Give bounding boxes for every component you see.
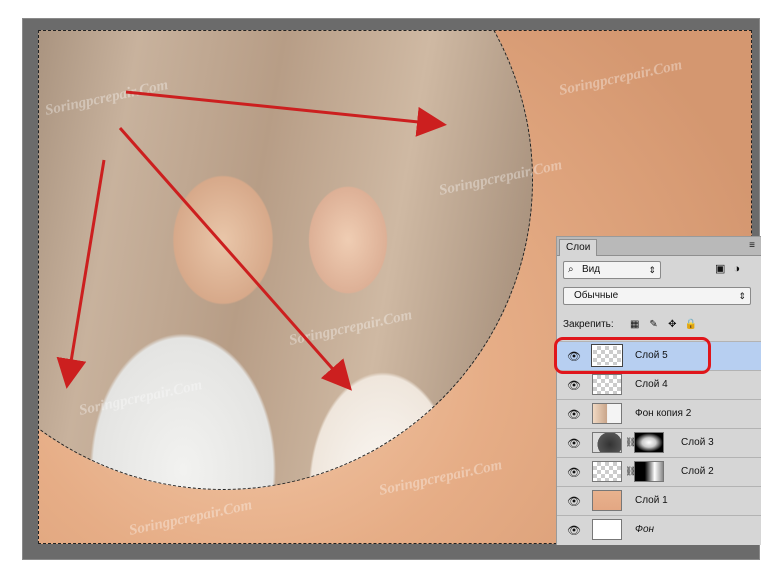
panel-menu-icon[interactable]: ≡ <box>749 240 755 251</box>
adjustment-filter-icon[interactable]: ◑ <box>733 263 740 275</box>
filter-kind-label: Вид <box>582 264 601 275</box>
arrow-down <box>56 159 106 389</box>
layer-row-sloi3[interactable]: 👁 ⛓ Слой 3 <box>557 428 761 457</box>
layer-name: Слой 3 <box>681 437 714 448</box>
updown-icon: ⇕ <box>648 265 656 275</box>
layer-thumbnail <box>592 519 622 540</box>
arrow-right <box>125 90 447 137</box>
layer-row-sloi1[interactable]: 👁 Слой 1 <box>557 486 761 515</box>
layer-mask-thumbnail[interactable] <box>634 461 664 482</box>
layer-mask-thumbnail[interactable] <box>634 432 664 453</box>
layers-panel: Слои ≡ ⌕ Вид ⇕ ▣ ◑ Обычные ⇕ Закрепить: ▦… <box>556 236 761 545</box>
lock-label: Закрепить: <box>563 319 614 330</box>
eye-icon[interactable]: 👁 <box>567 495 581 508</box>
lock-move-icon[interactable]: ✥ <box>665 318 679 332</box>
lock-brush-icon[interactable]: ✎ <box>647 318 661 332</box>
search-icon: ⌕ <box>568 264 574 275</box>
blend-mode-select[interactable]: Обычные ⇕ <box>563 287 751 305</box>
layer-name: Слой 4 <box>635 379 668 390</box>
eye-icon[interactable]: 👁 <box>567 408 581 421</box>
lock-row: Закрепить: ▦ ✎ ✥ 🔒 <box>563 318 700 332</box>
selected-layer-highlight <box>554 337 711 374</box>
layer-name: Фон <box>635 524 655 535</box>
lock-all-icon[interactable]: 🔒 <box>684 318 698 332</box>
eye-icon[interactable]: 👁 <box>567 466 581 479</box>
eye-icon[interactable]: 👁 <box>567 437 581 450</box>
layer-name: Слой 2 <box>681 466 714 477</box>
layer-row-fon-kopiya2[interactable]: 👁 Фон копия 2 <box>557 399 761 428</box>
layer-thumbnail <box>592 461 622 482</box>
layer-thumbnail <box>592 403 622 424</box>
lock-transparent-icon[interactable]: ▦ <box>628 318 642 332</box>
layer-name: Фон копия 2 <box>635 408 692 419</box>
image-filter-icon[interactable]: ▣ <box>715 263 725 275</box>
layer-thumbnail <box>592 432 622 453</box>
eye-icon[interactable]: 👁 <box>567 524 581 537</box>
eye-icon[interactable]: 👁 <box>567 379 581 392</box>
arrow-diagonal <box>118 127 352 391</box>
blend-mode-value: Обычные <box>574 290 619 301</box>
updown-icon: ⇕ <box>738 291 746 301</box>
layer-thumbnail <box>592 374 622 395</box>
layer-row-sloi2[interactable]: 👁 ⛓ Слой 2 <box>557 457 761 486</box>
filter-kind-select[interactable]: ⌕ Вид ⇕ <box>563 261 661 279</box>
panel-tabbar: Слои ≡ <box>557 237 761 256</box>
layer-thumbnail <box>592 490 622 511</box>
layer-row-fon[interactable]: 👁 Фон <box>557 515 761 544</box>
layer-row-sloi4[interactable]: 👁 Слой 4 <box>557 370 761 399</box>
tab-layers[interactable]: Слои <box>559 239 598 256</box>
layer-name: Слой 1 <box>635 495 668 506</box>
filter-icons: ▣ ◑ <box>715 261 748 277</box>
